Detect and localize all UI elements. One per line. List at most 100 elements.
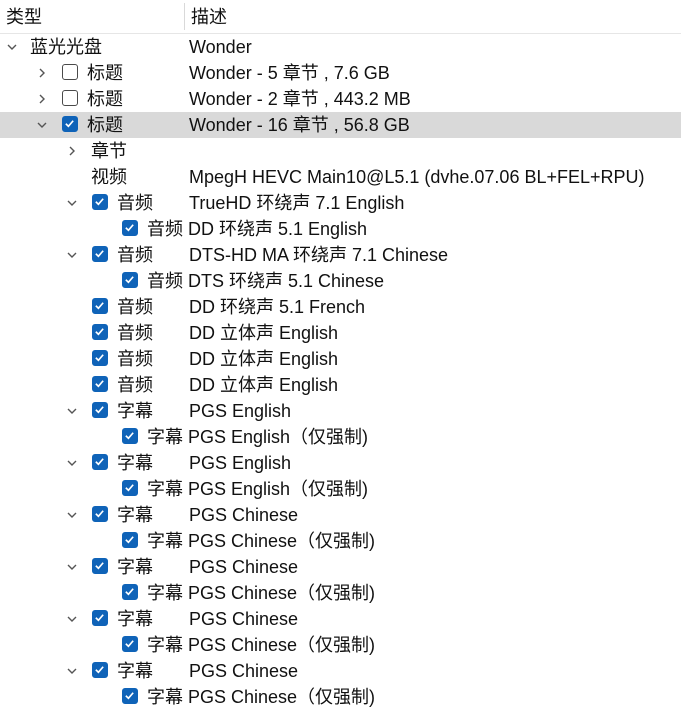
tree-row[interactable]: 音频 DD 环绕声 5.1 French [0, 294, 681, 320]
column-divider[interactable] [184, 3, 185, 30]
row-type-label: 音频 [147, 271, 183, 291]
tree-row[interactable]: 字幕 PGS Chinese [0, 554, 681, 580]
row-type-label: 字幕 [147, 687, 183, 707]
chevron-right-icon[interactable] [34, 86, 50, 112]
row-checkbox[interactable] [62, 64, 78, 80]
tree-row[interactable]: 标题 Wonder - 2 章节 , 443.2 MB [0, 86, 681, 112]
row-checkbox[interactable] [92, 194, 108, 210]
row-type-label: 标题 [87, 63, 123, 83]
row-type-label: 音频 [147, 219, 183, 239]
chevron-down-icon[interactable] [64, 398, 80, 424]
tree-row[interactable]: 音频 DTS-HD MA 环绕声 7.1 Chinese [0, 242, 681, 268]
row-description: PGS Chinese [189, 505, 299, 525]
row-description: DD 立体声 English [189, 323, 339, 343]
tree-row[interactable]: 字幕 PGS Chinese（仅强制) [0, 528, 681, 554]
row-description: DTS 环绕声 5.1 Chinese [188, 271, 385, 291]
row-checkbox[interactable] [92, 454, 108, 470]
chevron-down-icon[interactable] [64, 450, 80, 476]
row-description: PGS Chinese（仅强制) [188, 635, 376, 655]
row-checkbox[interactable] [92, 610, 108, 626]
row-checkbox[interactable] [122, 272, 138, 288]
row-checkbox[interactable] [92, 506, 108, 522]
tree-row[interactable]: 字幕 PGS English（仅强制) [0, 476, 681, 502]
tree-row[interactable]: 音频 DTS 环绕声 5.1 Chinese [0, 268, 681, 294]
row-description: Wonder - 16 章节 , 56.8 GB [189, 115, 410, 135]
chevron-down-icon[interactable] [64, 190, 80, 216]
chevron-right-icon[interactable] [64, 138, 80, 164]
row-description: PGS English（仅强制) [188, 479, 369, 499]
row-checkbox[interactable] [122, 584, 138, 600]
row-checkbox[interactable] [122, 428, 138, 444]
row-type-label: 字幕 [117, 505, 153, 525]
column-header-description[interactable]: 描述 [191, 4, 227, 30]
checkmark-icon [95, 302, 104, 310]
row-checkbox[interactable] [122, 220, 138, 236]
column-header-type[interactable]: 类型 [6, 4, 42, 30]
row-checkbox[interactable] [122, 480, 138, 496]
tree-row[interactable]: 字幕 PGS English [0, 398, 681, 424]
chevron-down-icon[interactable] [64, 554, 80, 580]
checkmark-icon [95, 406, 104, 414]
tree-row[interactable]: 标题 Wonder - 16 章节 , 56.8 GB [0, 112, 681, 138]
checkmark-icon [125, 484, 134, 492]
chevron-down-icon[interactable] [4, 34, 20, 60]
row-type-label: 字幕 [147, 531, 183, 551]
row-checkbox[interactable] [92, 350, 108, 366]
tree-row[interactable]: 音频 DD 立体声 English [0, 372, 681, 398]
row-type-label: 字幕 [117, 661, 153, 681]
tree-row[interactable]: 蓝光光盘 Wonder [0, 34, 681, 60]
chevron-down-icon[interactable] [34, 112, 50, 138]
row-description: PGS Chinese [189, 557, 299, 577]
row-checkbox[interactable] [62, 90, 78, 106]
row-description: PGS Chinese（仅强制) [188, 687, 376, 707]
checkmark-icon [95, 510, 104, 518]
tree-row[interactable]: 字幕 PGS Chinese（仅强制) [0, 632, 681, 658]
tree-row[interactable]: 音频 DD 环绕声 5.1 English [0, 216, 681, 242]
row-description: DTS-HD MA 环绕声 7.1 Chinese [189, 245, 449, 265]
tree-row[interactable]: 音频 DD 立体声 English [0, 320, 681, 346]
row-type-label: 字幕 [147, 427, 183, 447]
tree-row[interactable]: 字幕 PGS English [0, 450, 681, 476]
row-description: TrueHD 环绕声 7.1 English [189, 193, 405, 213]
row-checkbox[interactable] [122, 688, 138, 704]
row-checkbox[interactable] [122, 532, 138, 548]
checkmark-icon [95, 458, 104, 466]
row-checkbox[interactable] [92, 402, 108, 418]
row-checkbox[interactable] [92, 558, 108, 574]
row-type-label: 章节 [91, 141, 127, 161]
checkmark-icon [125, 224, 134, 232]
row-description: PGS English（仅强制) [188, 427, 369, 447]
checkmark-icon [65, 120, 74, 128]
row-checkbox[interactable] [92, 324, 108, 340]
chevron-right-icon[interactable] [34, 60, 50, 86]
row-type-label: 视频 [91, 167, 127, 187]
checkmark-icon [125, 692, 134, 700]
checkmark-icon [125, 588, 134, 596]
tree-row[interactable]: 音频 TrueHD 环绕声 7.1 English [0, 190, 681, 216]
tree-row[interactable]: 字幕 PGS Chinese [0, 658, 681, 684]
chevron-down-icon[interactable] [64, 502, 80, 528]
tree-row[interactable]: 字幕 PGS Chinese（仅强制) [0, 580, 681, 606]
row-description: DD 环绕声 5.1 French [189, 297, 366, 317]
chevron-down-icon[interactable] [64, 658, 80, 684]
row-type-label: 音频 [117, 349, 153, 369]
chevron-down-icon[interactable] [64, 606, 80, 632]
row-checkbox[interactable] [92, 298, 108, 314]
tree-row[interactable]: 标题 Wonder - 5 章节 , 7.6 GB [0, 60, 681, 86]
row-checkbox[interactable] [122, 636, 138, 652]
tree-row[interactable]: 字幕 PGS English（仅强制) [0, 424, 681, 450]
tree-row[interactable]: 字幕 PGS Chinese [0, 502, 681, 528]
row-checkbox[interactable] [62, 116, 78, 132]
tree-row[interactable]: 音频 DD 立体声 English [0, 346, 681, 372]
chevron-down-icon[interactable] [64, 242, 80, 268]
row-checkbox[interactable] [92, 246, 108, 262]
row-checkbox[interactable] [92, 376, 108, 392]
tree-row[interactable]: 视频 MpegH HEVC Main10@L5.1 (dvhe.07.06 BL+… [0, 164, 681, 190]
row-checkbox[interactable] [92, 662, 108, 678]
row-description: PGS Chinese [189, 661, 299, 681]
row-description: MpegH HEVC Main10@L5.1 (dvhe.07.06 BL+FE… [189, 167, 645, 187]
tree-row[interactable]: 章节 [0, 138, 681, 164]
checkmark-icon [125, 276, 134, 284]
tree-row[interactable]: 字幕 PGS Chinese [0, 606, 681, 632]
tree-row[interactable]: 字幕 PGS Chinese（仅强制) [0, 684, 681, 710]
